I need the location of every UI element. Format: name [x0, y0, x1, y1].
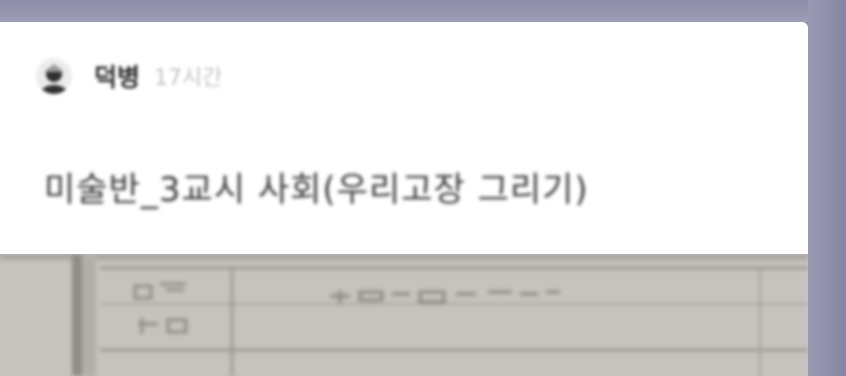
post-title[interactable]: 미술반_3교시 사회(우리고장 그리기) [44, 162, 589, 211]
worksheet-image [0, 254, 808, 376]
author-avatar[interactable] [36, 58, 72, 94]
post-header: 덕병 17시간 [36, 56, 223, 96]
author-name[interactable]: 덕병 [94, 58, 140, 94]
person-avatar-icon [40, 64, 68, 94]
post-photo[interactable] [0, 254, 808, 376]
right-background-strip [808, 0, 846, 376]
post-time: 17시간 [154, 66, 223, 91]
top-background-strip [0, 0, 846, 22]
post-card[interactable]: 덕병 17시간 미술반_3교시 사회(우리고장 그리기) [0, 22, 808, 254]
